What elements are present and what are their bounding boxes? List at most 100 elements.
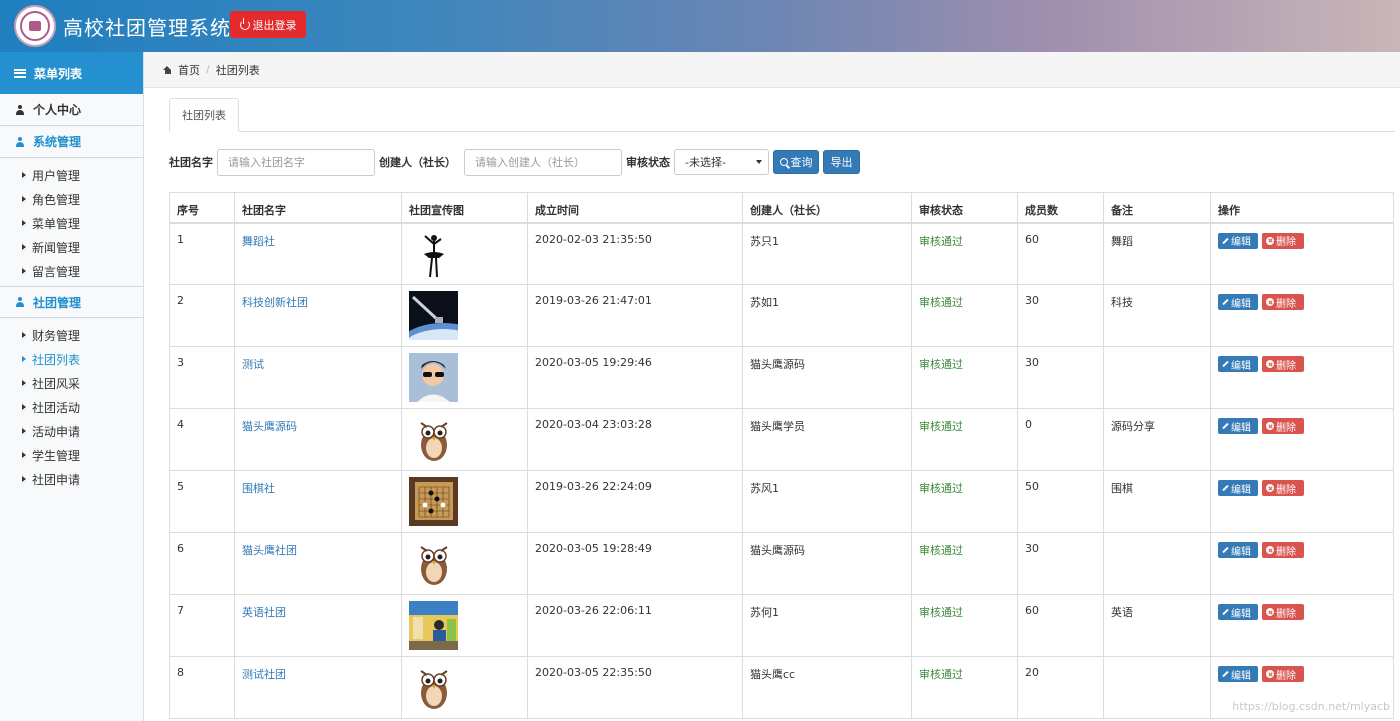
chevron-down-icon (756, 160, 762, 164)
sidebar-menu-header: 菜单列表 (0, 52, 143, 94)
cell-members: 30 (1017, 346, 1104, 409)
sidebar-item[interactable]: 新闻管理 (0, 235, 143, 259)
cell-ops: 编辑 删除 (1210, 222, 1394, 285)
cell-no: 1 (169, 222, 235, 285)
pencil-icon (1222, 608, 1229, 616)
cell-ops: 编辑 删除 (1210, 408, 1394, 471)
sidebar-item[interactable]: 用户管理 (0, 163, 143, 187)
cell-ops: 编辑 删除 (1210, 284, 1394, 347)
query-button[interactable]: 查询 (773, 150, 819, 174)
delete-button[interactable]: 删除 (1262, 294, 1304, 310)
sidebar-item[interactable]: 社团风采 (0, 371, 143, 395)
status-select[interactable]: -未选择- (674, 149, 769, 175)
group-label: 系统管理 (33, 135, 82, 149)
delete-label: 删除 (1276, 422, 1296, 434)
club-name-link[interactable]: 测试 (242, 358, 264, 371)
sidebar-item[interactable]: 留言管理 (0, 259, 143, 283)
close-icon (1266, 670, 1274, 678)
club-name-link[interactable]: 科技创新社团 (242, 296, 308, 309)
sidebar-item[interactable]: 财务管理 (0, 323, 143, 347)
club-name-input[interactable] (217, 148, 375, 176)
delete-button[interactable]: 删除 (1262, 418, 1304, 434)
cell-remark (1103, 656, 1211, 719)
cell-time: 2020-03-05 19:29:46 (527, 346, 743, 409)
col-name: 社团名字 (234, 192, 402, 224)
delete-button[interactable]: 删除 (1262, 232, 1304, 249)
edit-button[interactable]: 编辑 (1218, 542, 1258, 558)
status-text: 审核通过 (919, 606, 963, 619)
caret-right-icon (22, 244, 26, 250)
edit-button[interactable]: 编辑 (1218, 418, 1258, 434)
club-image (409, 539, 458, 588)
caret-right-icon (22, 476, 26, 482)
cell-no: 6 (169, 532, 235, 595)
sidebar-item[interactable]: 角色管理 (0, 187, 143, 211)
sidebar-item-profile[interactable]: 个人中心 (0, 94, 143, 126)
creator-input[interactable] (464, 148, 622, 176)
delete-button[interactable]: 删除 (1262, 356, 1304, 372)
club-name-link[interactable]: 猫头鹰社团 (242, 544, 297, 557)
sidebar-item[interactable]: 社团列表 (0, 347, 143, 371)
club-name-link[interactable]: 英语社团 (242, 606, 286, 619)
col-time: 成立时间 (527, 192, 743, 224)
caret-right-icon (22, 196, 26, 202)
status-text: 审核通过 (919, 544, 963, 557)
cell-creator: 猫头鹰源码 (742, 532, 912, 595)
caret-right-icon (22, 268, 26, 274)
cell-no: 3 (169, 346, 235, 409)
query-label: 查询 (790, 156, 813, 169)
cell-creator: 猫头鹰cc (742, 656, 912, 719)
edit-label: 编辑 (1231, 360, 1251, 372)
tab-club-list[interactable]: 社团列表 (169, 98, 239, 132)
edit-button[interactable]: 编辑 (1218, 294, 1258, 310)
delete-button[interactable]: 删除 (1262, 542, 1304, 558)
club-image (409, 601, 458, 650)
delete-button[interactable]: 删除 (1262, 480, 1304, 496)
sidebar-item[interactable]: 菜单管理 (0, 211, 143, 235)
watermark: https://blog.csdn.net/mlyacb (1232, 700, 1390, 713)
status-text: 审核通过 (919, 668, 963, 681)
cell-status: 审核通过 (911, 656, 1018, 719)
close-icon (1266, 546, 1274, 554)
edit-button[interactable]: 编辑 (1218, 666, 1258, 682)
delete-label: 删除 (1276, 237, 1296, 248)
cell-name: 猫头鹰社团 (234, 532, 402, 595)
sidebar: 菜单列表 个人中心 系统管理 用户管理 角色管理 菜单管理 新闻管理 留言管理 社团管理… (0, 52, 144, 721)
logout-button[interactable]: 退出登录 (230, 11, 306, 38)
cell-status: 审核通过 (911, 532, 1018, 595)
cell-time: 2020-03-05 19:28:49 (527, 532, 743, 595)
status-select-value: -未选择- (685, 156, 726, 169)
cell-no: 7 (169, 594, 235, 657)
sidebar-item[interactable]: 学生管理 (0, 443, 143, 467)
sidebar-item[interactable]: 社团申请 (0, 467, 143, 491)
sidebar-item[interactable]: 活动申请 (0, 419, 143, 443)
cell-status: 审核通过 (911, 346, 1018, 409)
club-name-link[interactable]: 舞蹈社 (242, 235, 275, 248)
cell-no: 5 (169, 470, 235, 533)
list-icon (14, 68, 26, 78)
edit-button[interactable]: 编辑 (1218, 480, 1258, 496)
cell-image (401, 470, 528, 533)
cell-name: 舞蹈社 (234, 222, 402, 285)
edit-button[interactable]: 编辑 (1218, 604, 1258, 620)
edit-button[interactable]: 编辑 (1218, 232, 1258, 249)
sidebar-group-system[interactable]: 系统管理 (0, 126, 143, 158)
breadcrumb-home[interactable]: 首页 (178, 62, 200, 78)
table-row: 8 测试社团 2020-03-05 22:35:50 猫头鹰cc 审核通过 20 编辑 删除 (169, 656, 1394, 719)
sidebar-item[interactable]: 社团活动 (0, 395, 143, 419)
export-button[interactable]: 导出 (823, 150, 860, 174)
cell-image (401, 346, 528, 409)
club-name-link[interactable]: 测试社团 (242, 668, 286, 681)
delete-button[interactable]: 删除 (1262, 604, 1304, 620)
club-name-link[interactable]: 猫头鹰源码 (242, 420, 297, 433)
cell-name: 测试社团 (234, 656, 402, 719)
delete-button[interactable]: 删除 (1262, 666, 1304, 682)
cell-image (401, 222, 528, 285)
cell-name: 科技创新社团 (234, 284, 402, 347)
menu-title: 菜单列表 (34, 66, 83, 81)
edit-button[interactable]: 编辑 (1218, 356, 1258, 372)
table-row: 4 猫头鹰源码 2020-03-04 23:03:28 猫头鹰学员 审核通过 0 源码分享编… (169, 408, 1394, 471)
club-name-link[interactable]: 围棋社 (242, 482, 275, 495)
sidebar-group-club[interactable]: 社团管理 (0, 286, 143, 318)
club-image (409, 663, 458, 712)
